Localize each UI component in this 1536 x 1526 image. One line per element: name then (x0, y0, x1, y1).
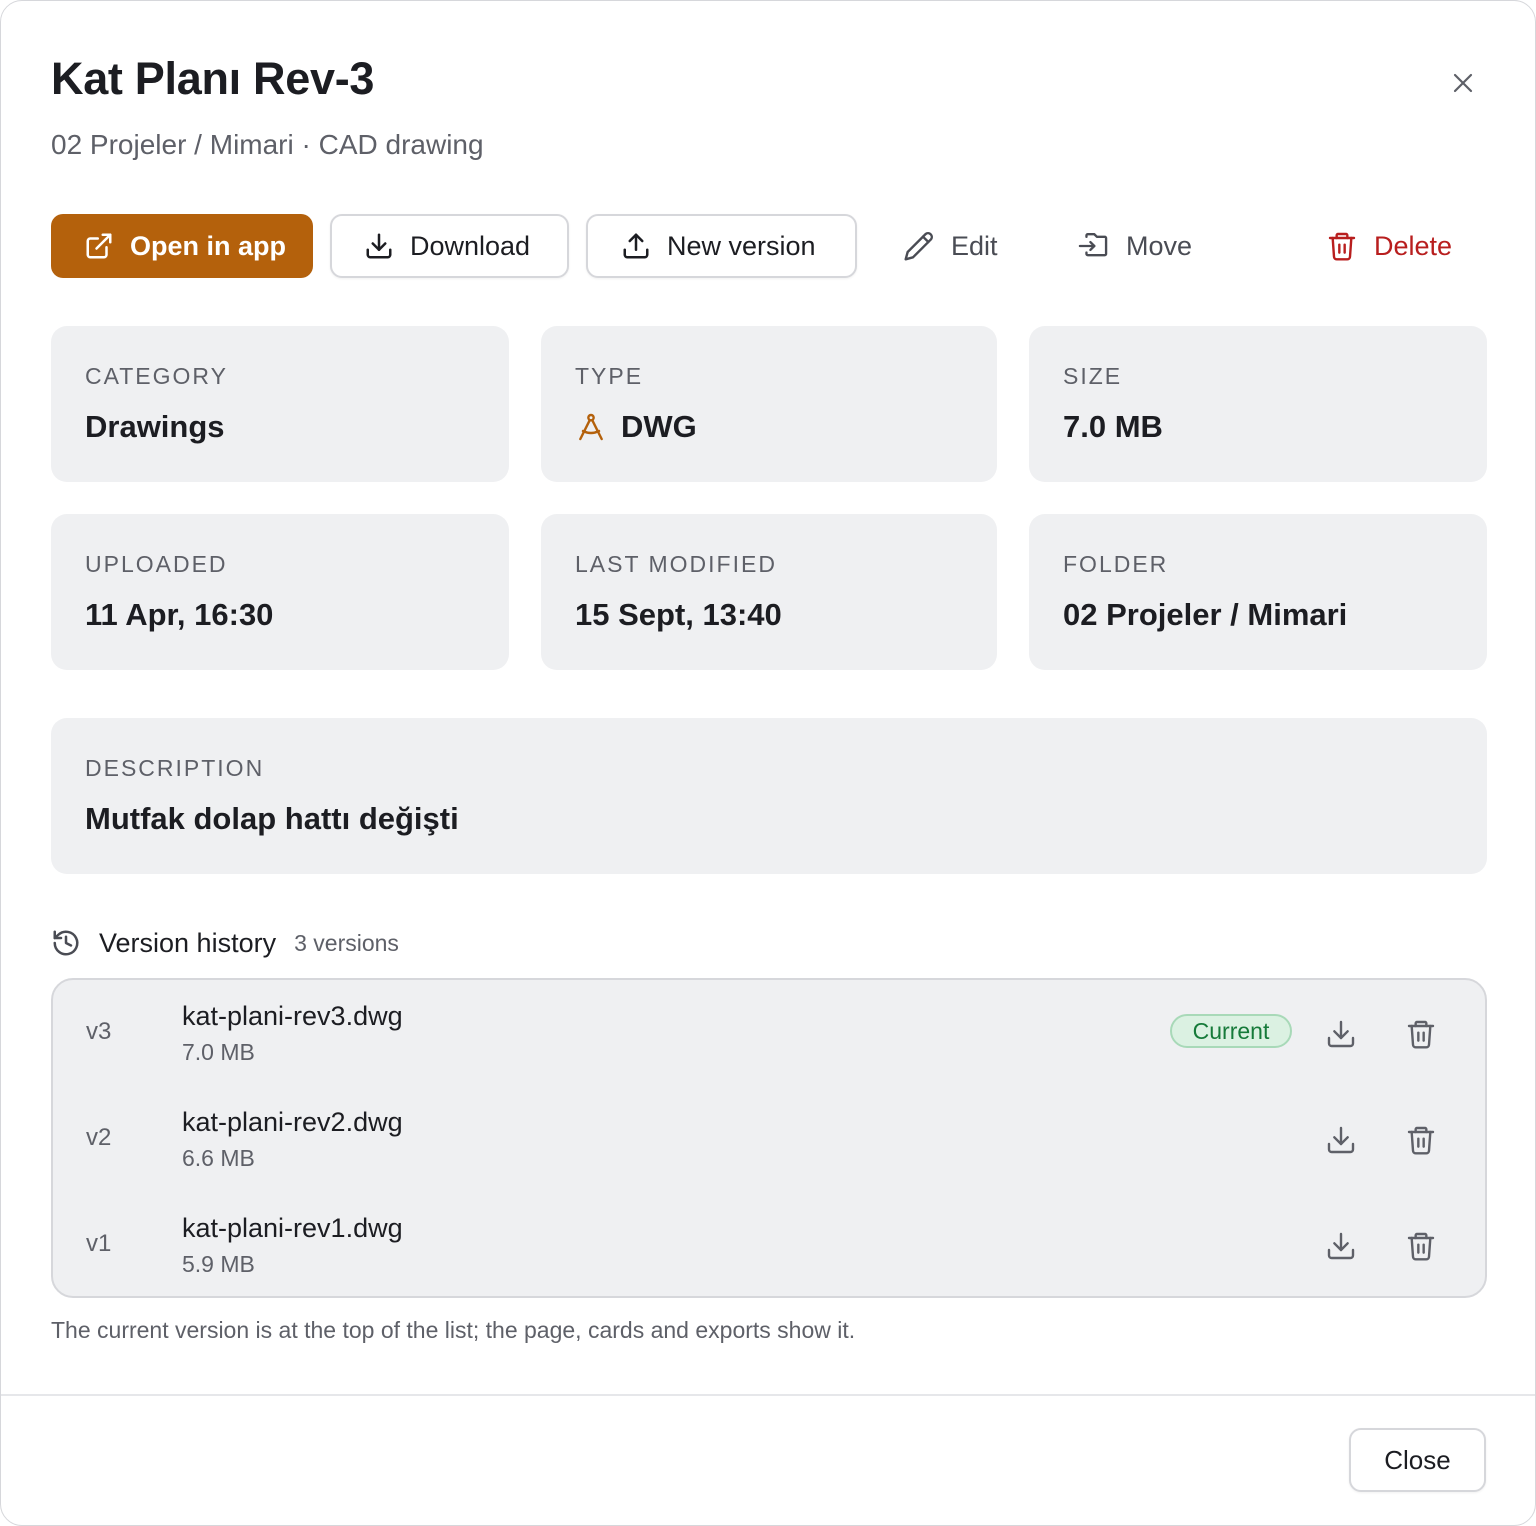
pencil-icon (903, 230, 935, 262)
new-version-button[interactable]: New version (586, 214, 857, 278)
modified-label: LAST MODIFIED (575, 551, 777, 577)
external-link-icon (84, 231, 114, 261)
uploaded-value: 11 Apr, 16:30 (85, 597, 274, 632)
type-value: DWG (621, 409, 697, 444)
edit-label: Edit (951, 230, 998, 261)
action-toolbar: Open in app Download New version Edit Mo… (51, 214, 1487, 278)
download-icon[interactable] (1323, 1228, 1359, 1264)
size-value: 7.0 MB (1063, 409, 1163, 444)
download-button[interactable]: Download (330, 214, 569, 278)
dialog-title: Kat Planı Rev-3 (51, 53, 375, 104)
version-list: v3 kat-plani-rev3.dwg 7.0 MB Current v2 … (51, 978, 1487, 1298)
download-label: Download (410, 230, 531, 261)
version-row-v1: v1 kat-plani-rev1.dwg 5.9 MB (53, 1192, 1485, 1298)
uploaded-card: UPLOADED 11 Apr, 16:30 (51, 514, 509, 670)
version-count: 3 versions (294, 929, 399, 956)
current-badge: Current (1170, 1014, 1292, 1048)
size-card: SIZE 7.0 MB (1029, 326, 1487, 482)
version-footnote: The current version is at the top of the… (51, 1317, 856, 1343)
dialog-subtitle: 02 Projeler / Mimari · CAD drawing (51, 129, 484, 160)
version-row-v2: v2 kat-plani-rev2.dwg 6.6 MB (53, 1086, 1485, 1192)
new-version-label: New version (667, 230, 816, 261)
category-label: CATEGORY (85, 363, 228, 389)
version-file-name: kat-plani-rev1.dwg (182, 1213, 403, 1243)
version-file-size: 5.9 MB (182, 1251, 255, 1277)
trash-icon (1326, 230, 1358, 262)
version-row-v3: v3 kat-plani-rev3.dwg 7.0 MB Current (53, 980, 1485, 1086)
edit-button[interactable]: Edit (903, 214, 1023, 278)
trash-icon[interactable] (1403, 1122, 1439, 1158)
type-card: TYPE DWG (541, 326, 997, 482)
close-button[interactable]: Close (1349, 1428, 1486, 1492)
open-in-app-button[interactable]: Open in app (51, 214, 313, 278)
delete-button[interactable]: Delete (1326, 214, 1486, 278)
modified-value: 15 Sept, 13:40 (575, 597, 782, 632)
version-history-header: Version history 3 versions (51, 923, 399, 963)
drafting-compass-icon (575, 411, 607, 443)
version-file-size: 6.6 MB (182, 1145, 255, 1171)
description-card: DESCRIPTION Mutfak dolap hattı değişti (51, 718, 1487, 874)
folder-value: 02 Projeler / Mimari (1063, 597, 1348, 632)
upload-icon (621, 231, 651, 261)
trash-icon[interactable] (1403, 1016, 1439, 1052)
version-file-name: kat-plani-rev2.dwg (182, 1107, 403, 1137)
category-card: CATEGORY Drawings (51, 326, 509, 482)
open-in-app-label: Open in app (130, 230, 287, 261)
description-value: Mutfak dolap hattı değişti (85, 801, 459, 836)
version-tag: v1 (86, 1230, 112, 1257)
folder-card: FOLDER 02 Projeler / Mimari (1029, 514, 1487, 670)
version-tag: v2 (86, 1124, 112, 1151)
footer-divider (1, 1394, 1535, 1396)
file-details-dialog: Kat Planı Rev-3 02 Projeler / Mimari · C… (0, 0, 1536, 1526)
move-button[interactable]: Move (1076, 214, 1226, 278)
version-tag: v3 (86, 1018, 112, 1045)
delete-label: Delete (1374, 230, 1453, 261)
version-file-size: 7.0 MB (182, 1039, 255, 1065)
version-file-name: kat-plani-rev3.dwg (182, 1001, 403, 1031)
category-value: Drawings (85, 409, 225, 444)
trash-icon[interactable] (1403, 1228, 1439, 1264)
description-label: DESCRIPTION (85, 755, 265, 781)
download-icon[interactable] (1323, 1122, 1359, 1158)
uploaded-label: UPLOADED (85, 551, 228, 577)
download-icon (364, 231, 394, 261)
type-label: TYPE (575, 363, 644, 389)
close-icon[interactable] (1443, 63, 1483, 103)
download-icon[interactable] (1323, 1016, 1359, 1052)
folder-label: FOLDER (1063, 551, 1169, 577)
move-icon (1076, 230, 1110, 262)
size-label: SIZE (1063, 363, 1123, 389)
move-label: Move (1126, 230, 1193, 261)
version-history-title: Version history (99, 927, 277, 958)
modified-card: LAST MODIFIED 15 Sept, 13:40 (541, 514, 997, 670)
history-icon (51, 928, 81, 958)
